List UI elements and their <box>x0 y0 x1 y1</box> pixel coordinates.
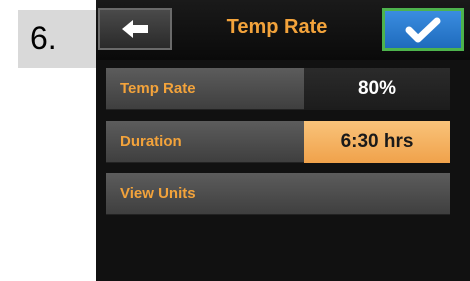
checkmark-icon <box>405 17 441 42</box>
device-screen: Temp Rate Temp Rate 80% Duration 6:30 hr… <box>96 0 470 281</box>
row-temp-rate[interactable]: Temp Rate 80% <box>106 68 450 110</box>
arrow-left-icon <box>122 20 148 38</box>
page-title: Temp Rate <box>226 16 328 38</box>
step-number: 6. <box>30 20 57 56</box>
row-label-duration: Duration <box>106 121 304 163</box>
view-units-button[interactable]: View Units <box>106 173 450 215</box>
title-bar: Temp Rate <box>96 0 470 60</box>
row-label-temp-rate: Temp Rate <box>106 68 304 110</box>
temp-rate-value[interactable]: 80% <box>304 68 450 110</box>
confirm-button[interactable] <box>382 8 464 51</box>
row-duration[interactable]: Duration 6:30 hrs <box>106 121 450 163</box>
row-view-units[interactable]: View Units <box>106 173 450 215</box>
back-button[interactable] <box>98 8 172 50</box>
duration-value[interactable]: 6:30 hrs <box>304 121 450 163</box>
